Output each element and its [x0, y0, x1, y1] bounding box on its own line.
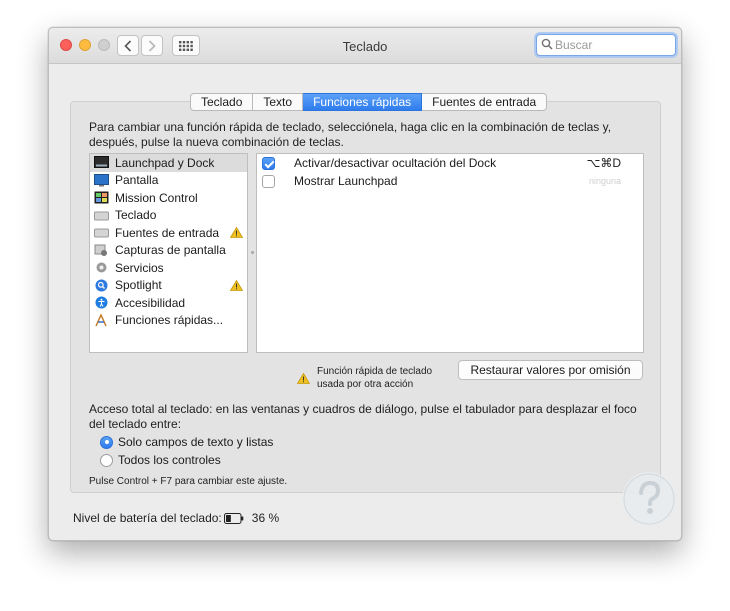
category-label: Servicios — [115, 260, 164, 275]
category-item-teclado[interactable]: Teclado — [90, 207, 247, 225]
radio-label: Solo campos de texto y listas — [118, 435, 274, 449]
app-shortcuts-icon — [95, 313, 107, 327]
shortcut-key-combination[interactable]: ninguna — [589, 176, 621, 186]
shortcut-row[interactable]: Activar/desactivar ocultación del Dock ⌥… — [257, 154, 643, 172]
search-icon — [541, 38, 553, 50]
category-item-funciones-rapidas[interactable]: Funciones rápidas... — [90, 312, 247, 330]
search-input[interactable] — [555, 36, 671, 54]
input-sources-icon — [94, 228, 109, 238]
battery-label: Nivel de batería del teclado: — [73, 511, 222, 525]
category-item-pantalla[interactable]: Pantalla — [90, 172, 247, 190]
search-field[interactable] — [536, 34, 676, 56]
mission-control-icon — [94, 191, 109, 204]
tab-fuentes-de-entrada[interactable]: Fuentes de entrada — [422, 93, 548, 111]
site-watermark-logo — [622, 472, 676, 526]
instructions-text: Para cambiar una función rápida de tecla… — [89, 120, 612, 149]
spotlight-icon — [95, 279, 108, 292]
full-keyboard-access-text: Acceso total al teclado: en las ventanas… — [89, 402, 637, 431]
radio-button[interactable] — [100, 435, 113, 449]
shortcut-checkbox[interactable] — [262, 175, 275, 188]
battery-percentage: 36 % — [251, 511, 280, 525]
category-list[interactable]: Launchpad y Dock Pantalla Mission Contro… — [89, 153, 248, 353]
keyboard-battery-status: Nivel de batería del teclado: 36 % — [73, 510, 279, 526]
battery-icon — [223, 512, 244, 524]
shortcut-label: Mostrar Launchpad — [294, 174, 398, 188]
title-bar: Teclado — [49, 28, 681, 64]
category-item-servicios[interactable]: Servicios — [90, 259, 247, 277]
tab-texto[interactable]: Texto — [253, 93, 304, 111]
screenshot-icon — [94, 244, 107, 256]
category-label: Teclado — [115, 208, 157, 223]
split-view-divider-handle[interactable] — [251, 251, 254, 254]
warning-icon — [297, 373, 310, 384]
restore-defaults-button[interactable]: Restaurar valores por omisión — [458, 360, 643, 380]
radio-text-fields-and-lists[interactable]: Solo campos de texto y listas — [100, 434, 273, 450]
category-label: Pantalla — [115, 173, 159, 188]
category-item-mission-control[interactable]: Mission Control — [90, 189, 247, 207]
shortcut-key-combination[interactable]: ⌥⌘D — [587, 156, 622, 170]
launchpad-dock-icon — [94, 156, 109, 169]
category-label: Funciones rápidas... — [115, 313, 224, 328]
tab-teclado[interactable]: Teclado — [190, 93, 254, 111]
shortcut-label: Activar/desactivar ocultación del Dock — [294, 156, 497, 170]
keyboard-icon — [94, 211, 109, 221]
category-label: Mission Control — [115, 190, 198, 205]
shortcut-row[interactable]: Mostrar Launchpad ninguna — [257, 172, 643, 190]
category-label: Capturas de pantalla — [115, 243, 226, 258]
warning-icon — [230, 227, 243, 238]
radio-all-controls[interactable]: Todos los controles — [100, 452, 221, 468]
category-item-fuentes-de-entrada[interactable]: Fuentes de entrada — [90, 224, 247, 242]
warning-icon — [230, 279, 243, 291]
category-item-accesibilidad[interactable]: Accesibilidad — [90, 294, 247, 312]
category-label: Launchpad y Dock — [115, 155, 215, 170]
display-icon — [94, 173, 109, 187]
services-gear-icon — [96, 262, 107, 273]
keyboard-preferences-window: Teclado Teclado Texto Funciones rápidas … — [48, 27, 682, 541]
keyboard-access-hint: Pulse Control + F7 para cambiar este aju… — [89, 476, 288, 487]
radio-button[interactable] — [100, 453, 113, 467]
shortcut-list[interactable]: Activar/desactivar ocultación del Dock ⌥… — [256, 153, 644, 353]
shortcut-checkbox[interactable] — [262, 157, 275, 170]
category-label: Accesibilidad — [115, 295, 186, 310]
category-item-spotlight[interactable]: Spotlight — [90, 277, 247, 295]
accessibility-icon — [95, 296, 108, 309]
category-item-capturas-de-pantalla[interactable]: Capturas de pantalla — [90, 242, 247, 260]
category-label: Spotlight — [115, 278, 162, 293]
category-label: Fuentes de entrada — [115, 225, 220, 240]
category-item-launchpad-dock[interactable]: Launchpad y Dock — [90, 154, 247, 172]
conflict-legend-text: Función rápida de teclado usada por otra… — [317, 366, 433, 390]
tab-bar: Teclado Texto Funciones rápidas Fuentes … — [190, 93, 548, 111]
radio-label: Todos los controles — [118, 453, 221, 467]
tab-funciones-rapidas[interactable]: Funciones rápidas — [303, 93, 423, 111]
